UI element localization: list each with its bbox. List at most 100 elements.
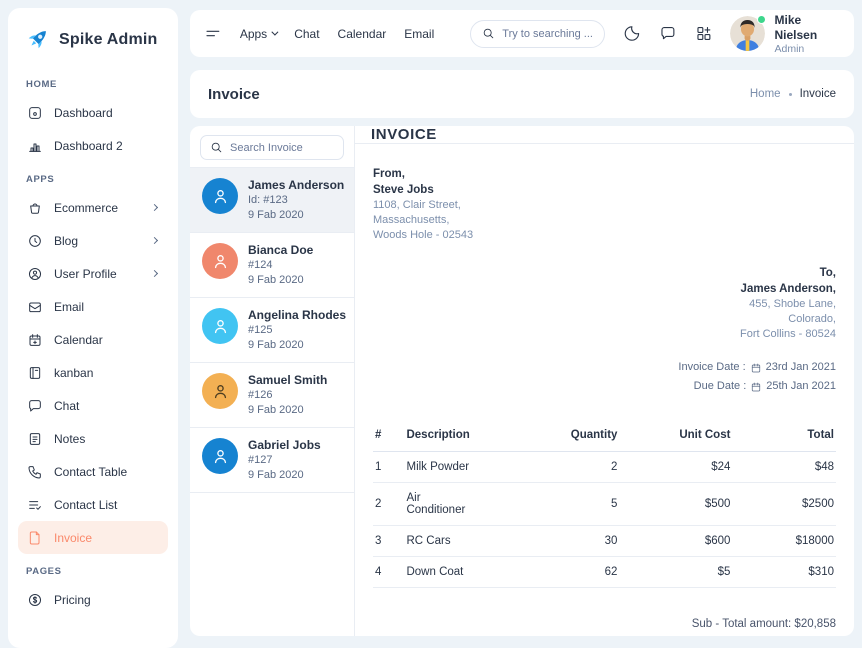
subtotal-line: Sub - Total amount: $20,858	[373, 614, 836, 634]
chevron-right-icon	[151, 237, 158, 244]
sidebar-item-kanban[interactable]: kanban	[18, 356, 168, 389]
invoice-list-item[interactable]: Gabriel Jobs #127 9 Fab 2020	[190, 428, 354, 493]
nav-chat[interactable]: Chat	[294, 27, 319, 41]
invoice-date: 9 Fab 2020	[248, 338, 346, 353]
invoice-dates: Invoice Date : 23rd Jan 2021 Due Date : …	[373, 358, 836, 396]
brand-name: Spike Admin	[59, 31, 158, 49]
col-header-unit-cost: Unit Cost	[619, 422, 732, 452]
user-info: Mike Nielsen Admin	[774, 13, 840, 55]
user-name: Mike Nielsen	[774, 13, 840, 43]
invoice-file-icon	[27, 530, 43, 546]
invoice-search[interactable]	[200, 135, 344, 160]
from-address-line: Woods Hole - 02543	[373, 228, 836, 243]
breadcrumb-separator	[789, 93, 792, 96]
user-avatar-icon	[202, 178, 238, 214]
invoice-from-block: From, Steve Jobs 1108, Clair Street, Mas…	[373, 166, 836, 243]
topbar: Apps Chat Calendar Email Mike Nielsen Ad…	[190, 10, 854, 57]
sidebar-item-contact-table[interactable]: Contact Table	[18, 455, 168, 488]
to-address-line: Colorado,	[373, 312, 836, 327]
message-icon[interactable]	[659, 24, 677, 43]
section-label-pages: PAGES	[18, 554, 168, 583]
invoice-id: Id: #123	[248, 193, 344, 208]
invoice-customer-name: Angelina Rhodes	[248, 308, 346, 323]
menu-icon[interactable]	[204, 24, 222, 43]
invoice-search-area	[190, 126, 354, 168]
online-status-dot	[757, 15, 766, 24]
chevron-down-icon	[272, 29, 279, 36]
invoice-customer-name: James Anderson	[248, 178, 344, 193]
invoice-list-item[interactable]: Samuel Smith #126 9 Fab 2020	[190, 363, 354, 428]
table-row: 1 Milk Powder 2 $24 $48	[373, 452, 836, 483]
invoice-to-block: To, James Anderson, 455, Shobe Lane, Col…	[373, 265, 836, 342]
invoice-page-card: James Anderson Id: #123 9 Fab 2020 Bianc…	[190, 126, 854, 636]
invoice-date: 9 Fab 2020	[248, 468, 321, 483]
invoice-list-panel: James Anderson Id: #123 9 Fab 2020 Bianc…	[190, 126, 355, 636]
col-header-description: Description	[404, 422, 471, 452]
global-search[interactable]	[470, 20, 605, 48]
from-label: From,	[373, 166, 836, 182]
invoice-list-item[interactable]: Bianca Doe #124 9 Fab 2020	[190, 233, 354, 298]
sidebar-item-notes[interactable]: Notes	[18, 422, 168, 455]
from-address-line: 1108, Clair Street,	[373, 198, 836, 213]
sidebar-item-email[interactable]: Email	[18, 290, 168, 323]
chevron-right-icon	[151, 270, 158, 277]
invoice-list-item[interactable]: James Anderson Id: #123 9 Fab 2020	[190, 168, 354, 233]
search-icon	[482, 27, 495, 40]
invoice-date-line: Invoice Date : 23rd Jan 2021	[373, 358, 836, 377]
chat-bubble-icon	[27, 398, 43, 414]
invoice-detail-title: INVOICE	[355, 126, 854, 144]
from-address-line: Massachusetts,	[373, 213, 836, 228]
nav-apps[interactable]: Apps	[240, 27, 276, 41]
user-avatar-icon	[202, 373, 238, 409]
chevron-right-icon	[151, 204, 158, 211]
list-check-icon	[27, 497, 43, 513]
calendar-icon	[750, 362, 762, 374]
breadcrumb: Home Invoice	[750, 88, 836, 100]
invoice-totals: Sub - Total amount: $20,858 vat (10%) : …	[373, 614, 836, 636]
global-search-input[interactable]	[502, 28, 593, 40]
invoice-customer-name: Bianca Doe	[248, 243, 313, 258]
user-role: Admin	[774, 43, 840, 55]
col-header-number: #	[373, 422, 404, 452]
phone-icon	[27, 464, 43, 480]
nav-calendar[interactable]: Calendar	[338, 27, 387, 41]
sidebar-item-blog[interactable]: Blog	[18, 224, 168, 257]
breadcrumb-home-link[interactable]: Home	[750, 88, 781, 100]
col-header-quantity: Quantity	[472, 422, 620, 452]
invoice-customer-name: Samuel Smith	[248, 373, 327, 388]
sidebar-item-pricing[interactable]: Pricing	[18, 583, 168, 616]
invoice-items-table: # Description Quantity Unit Cost Total 1…	[373, 422, 836, 588]
sidebar-item-contact-list[interactable]: Contact List	[18, 488, 168, 521]
page-title: Invoice	[208, 86, 260, 103]
dashboard-icon	[27, 105, 43, 121]
invoice-search-input[interactable]	[230, 142, 334, 154]
sidebar-item-ecommerce[interactable]: Ecommerce	[18, 191, 168, 224]
sidebar-item-chat[interactable]: Chat	[18, 389, 168, 422]
invoice-id: #125	[248, 323, 346, 338]
sidebar: Spike Admin HOME Dashboard Dashboard 2 A…	[8, 8, 178, 648]
invoice-id: #127	[248, 453, 321, 468]
brand[interactable]: Spike Admin	[18, 22, 168, 67]
sidebar-item-user-profile[interactable]: User Profile	[18, 257, 168, 290]
to-label: To,	[373, 265, 836, 281]
rocket-logo-icon	[24, 26, 51, 53]
calendar-icon	[27, 332, 43, 348]
notebook-icon	[27, 365, 43, 381]
nav-email[interactable]: Email	[404, 27, 434, 41]
sidebar-item-invoice[interactable]: Invoice	[18, 521, 168, 554]
invoice-customer-name: Gabriel Jobs	[248, 438, 321, 453]
invoice-detail-body: From, Steve Jobs 1108, Clair Street, Mas…	[355, 144, 854, 636]
invoice-id: #124	[248, 258, 313, 273]
user-avatar-icon	[202, 438, 238, 474]
invoice-detail-panel: INVOICE From, Steve Jobs 1108, Clair Str…	[355, 126, 854, 636]
sidebar-item-dashboard-2[interactable]: Dashboard 2	[18, 129, 168, 162]
user-menu[interactable]: Mike Nielsen Admin	[730, 13, 840, 55]
sidebar-item-dashboard[interactable]: Dashboard	[18, 96, 168, 129]
apps-grid-icon[interactable]	[695, 24, 713, 43]
moon-icon[interactable]	[623, 24, 641, 43]
basket-icon	[27, 200, 43, 216]
calendar-icon	[750, 381, 762, 393]
invoice-list-item[interactable]: Angelina Rhodes #125 9 Fab 2020	[190, 298, 354, 363]
user-avatar-icon	[202, 308, 238, 344]
sidebar-item-calendar[interactable]: Calendar	[18, 323, 168, 356]
